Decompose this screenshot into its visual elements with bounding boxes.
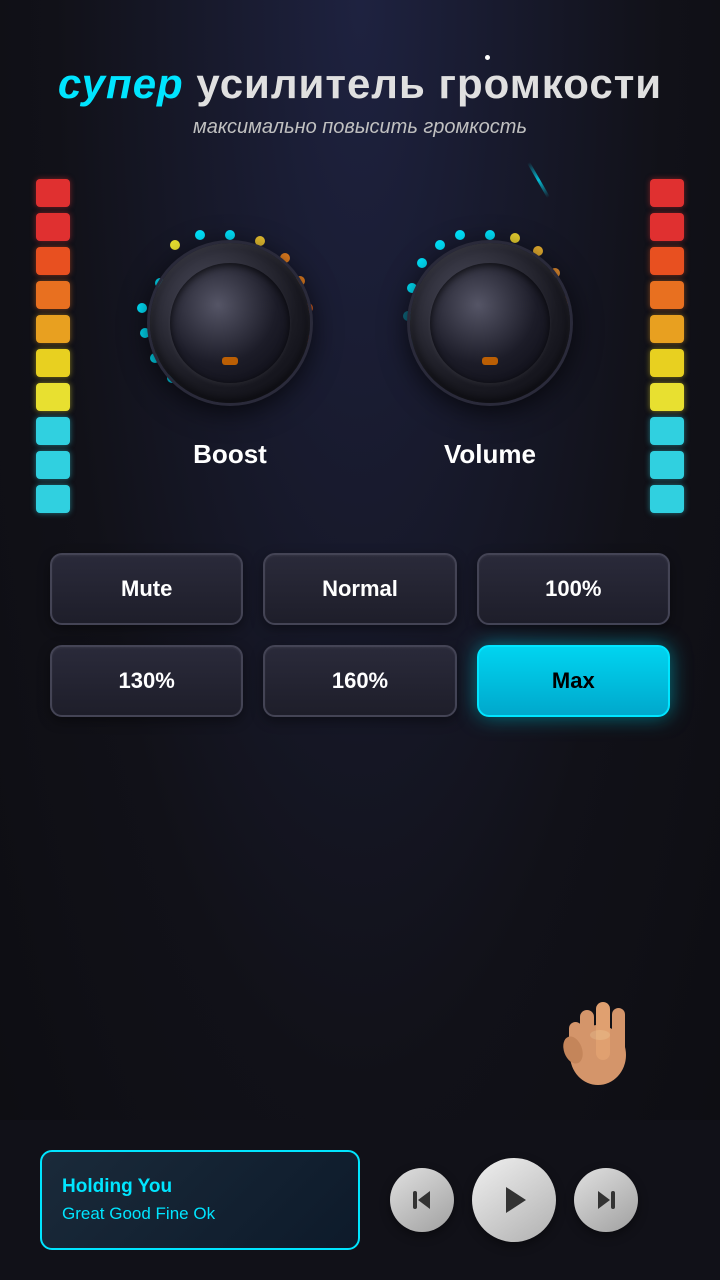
vu-bar: [650, 349, 684, 377]
vu-bar: [650, 179, 684, 207]
vu-bar: [650, 451, 684, 479]
boost-label: Boost: [193, 439, 267, 470]
p100-button[interactable]: 100%: [477, 553, 670, 625]
header: супер усилитель громкости максимально по…: [0, 0, 720, 159]
vu-bar: [650, 383, 684, 411]
vu-meter-left: [36, 179, 70, 513]
buttons-row-1: Mute Normal 100%: [50, 553, 670, 625]
vu-bar: [650, 315, 684, 343]
play-button[interactable]: [472, 1158, 556, 1242]
volume-knob-container: Volume: [390, 223, 590, 470]
boost-knob-body[interactable]: [150, 243, 310, 403]
song-title: Holding You: [62, 1176, 338, 1198]
vu-bar: [36, 179, 70, 207]
knobs-section: Boost: [0, 179, 720, 513]
vu-bar: [36, 349, 70, 377]
boost-knob-wrapper[interactable]: [130, 223, 330, 423]
header-title: супер усилитель громкости: [0, 60, 720, 108]
vu-bar: [36, 417, 70, 445]
star-decoration: [485, 55, 490, 60]
buttons-row-2: 130% 160% Max: [50, 645, 670, 717]
play-icon: [496, 1182, 532, 1218]
vu-bar: [650, 247, 684, 275]
vu-bar: [36, 213, 70, 241]
vu-bar: [650, 213, 684, 241]
vu-bar: [650, 417, 684, 445]
player-controls: [390, 1158, 638, 1242]
player-section: Holding You Great Good Fine Ok: [0, 1120, 720, 1280]
next-icon: [592, 1186, 620, 1214]
hand-cursor-decoration: [560, 980, 640, 1090]
normal-button[interactable]: Normal: [263, 553, 456, 625]
boost-indicator: [222, 357, 238, 365]
buttons-section: Mute Normal 100% 130% 160% Max: [0, 513, 720, 757]
vu-meter-right: [650, 179, 684, 513]
volume-knob-body[interactable]: [410, 243, 570, 403]
next-button[interactable]: [574, 1168, 638, 1232]
prev-icon: [408, 1186, 436, 1214]
song-artist: Great Good Fine Ok: [62, 1204, 338, 1224]
mute-button[interactable]: Mute: [50, 553, 243, 625]
vu-bar: [650, 485, 684, 513]
p130-button[interactable]: 130%: [50, 645, 243, 717]
title-rest: усилитель громкости: [184, 60, 662, 107]
p160-button[interactable]: 160%: [263, 645, 456, 717]
volume-indicator: [482, 357, 498, 365]
boost-knob-container: Boost: [130, 223, 330, 470]
header-subtitle: максимально повысить громкость: [0, 116, 720, 139]
vu-bar: [36, 485, 70, 513]
vu-bar: [36, 247, 70, 275]
title-super: супер: [58, 60, 184, 107]
boost-knob-inner: [170, 263, 290, 383]
vu-bar: [36, 451, 70, 479]
volume-knob-inner: [430, 263, 550, 383]
max-button[interactable]: Max: [477, 645, 670, 717]
vu-bar: [650, 281, 684, 309]
vu-bar: [36, 383, 70, 411]
vu-bar: [36, 281, 70, 309]
song-info: Holding You Great Good Fine Ok: [40, 1150, 360, 1250]
prev-button[interactable]: [390, 1168, 454, 1232]
volume-label: Volume: [444, 439, 536, 470]
vu-bar: [36, 315, 70, 343]
volume-knob-wrapper[interactable]: [390, 223, 590, 423]
